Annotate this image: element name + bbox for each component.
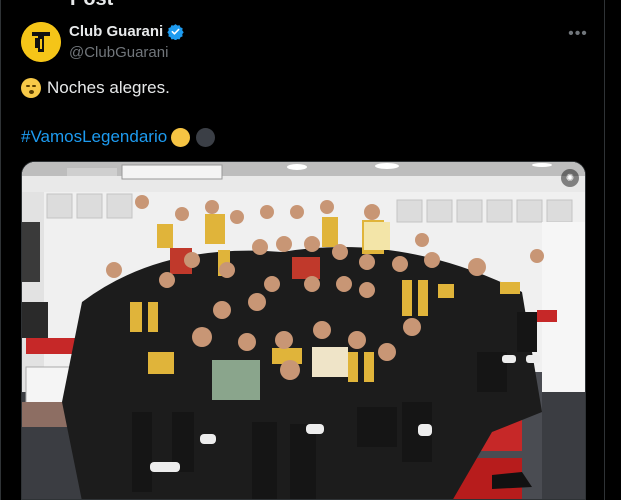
smiling-face-emoji	[21, 78, 41, 98]
tweet-hashtag-line: #VamosLegendario	[21, 127, 216, 147]
author-handle[interactable]: @ClubGuarani	[69, 44, 168, 61]
tweet-photo[interactable]: ✺	[21, 161, 586, 500]
author-name[interactable]: Club Guarani	[69, 23, 163, 40]
watermark-icon: ✺	[561, 169, 579, 187]
club-crest-icon	[21, 22, 61, 62]
more-options-icon[interactable]: •••	[566, 22, 590, 46]
column-border-right	[604, 0, 605, 500]
verified-badge-icon	[167, 24, 184, 40]
yellow-circle-emoji	[171, 127, 191, 147]
black-circle-emoji	[196, 127, 216, 147]
tweet-text-line: Noches alegres.	[21, 78, 170, 98]
hashtag-link[interactable]: #VamosLegendario	[21, 127, 167, 147]
team-locker-room-photo	[22, 162, 585, 499]
author-name-row[interactable]: Club Guarani	[69, 23, 184, 40]
page-title: Post	[70, 0, 113, 11]
column-border-left	[0, 0, 1, 500]
tweet-text: Noches alegres.	[47, 78, 170, 97]
author-avatar[interactable]	[21, 22, 61, 62]
